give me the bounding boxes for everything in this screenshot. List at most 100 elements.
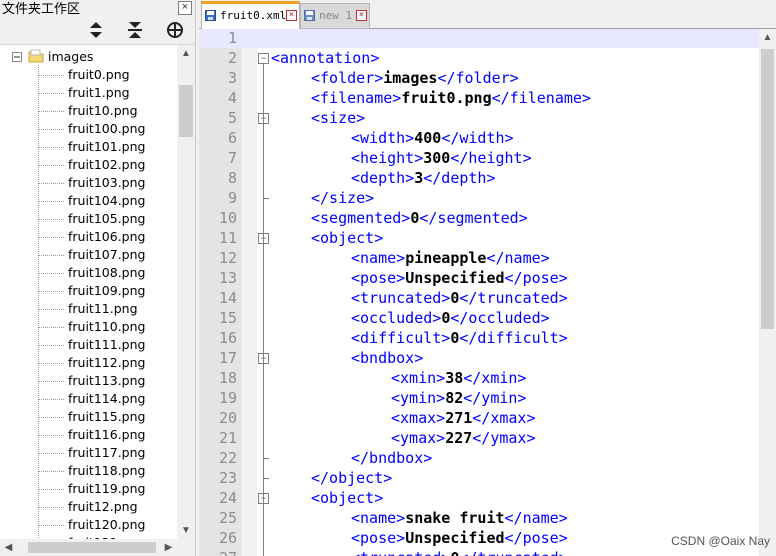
scroll-down-icon[interactable]: ▼ [177,522,195,539]
scroll-thumb[interactable] [761,49,774,329]
xml-value: 0 [441,309,451,327]
code-line[interactable]: 12 <name>pineapple</name> [199,248,759,268]
file-tree: images fruit0.png fruit1.png fruit10.png fr… [0,45,177,539]
line-number: 23 [218,469,237,487]
fold-toggle-icon[interactable]: − [258,53,269,64]
code-line[interactable]: 10 <segmented>0</segmented> [199,208,759,228]
code-line[interactable]: 3 <folder>images</folder> [199,68,759,88]
xml-value: images [383,69,438,87]
code-line[interactable]: 20 <xmax>271</xmax> [199,408,759,428]
line-number: 25 [218,509,237,527]
tree-file-item[interactable]: fruit112.png [68,354,145,372]
xml-tag: </depth> [423,169,496,187]
tree-horizontal-scrollbar[interactable]: ◀ ▶ [0,539,177,556]
tree-file-item[interactable]: fruit101.png [68,138,145,156]
tree-guide-line [39,75,65,76]
tree-file-item[interactable]: fruit104.png [68,192,145,210]
tree-file-item[interactable]: fruit110.png [68,318,145,336]
editor-vertical-scrollbar[interactable]: ▲ [759,29,776,556]
tree-file-item[interactable]: fruit113.png [68,372,145,390]
tree-guide-line [39,255,65,256]
tree-vertical-scrollbar[interactable]: ▲ ▼ [177,45,195,539]
close-tab-icon[interactable]: × [356,10,367,21]
xml-tag: </ymin> [463,389,527,407]
line-number: 16 [218,329,237,347]
tab-new-1[interactable]: new 1 × [300,3,370,29]
scroll-right-icon[interactable]: ▶ [160,539,177,556]
tree-file-item[interactable]: fruit10.png [68,102,138,120]
code-line[interactable]: 11 <object> [199,228,759,248]
scroll-thumb[interactable] [28,542,156,553]
tree-file-item[interactable]: fruit107.png [68,246,145,264]
expand-all-icon[interactable] [85,20,107,40]
code-line[interactable]: 13 <pose>Unspecified</pose> [199,268,759,288]
scroll-up-icon[interactable]: ▲ [759,29,776,46]
tree-file-item[interactable]: fruit100.png [68,120,145,138]
tree-file-item[interactable]: fruit120.png [68,516,145,534]
tree-file-item[interactable]: fruit108.png [68,264,145,282]
tree-file-item[interactable]: fruit116.png [68,426,145,444]
scroll-thumb[interactable] [179,85,193,137]
code-line[interactable]: 23 </object> [199,468,759,488]
xml-tag: </xmax> [472,409,536,427]
code-text: <name>snake fruit</name> [351,508,568,528]
tree-file-item[interactable]: fruit12.png [68,498,138,516]
tree-file-item[interactable]: fruit119.png [68,480,145,498]
tree-guide-line [39,345,65,346]
tree-file-item[interactable]: fruit0.png [68,66,130,84]
tree-file-item[interactable]: fruit103.png [68,174,145,192]
code-line[interactable]: 15 <occluded>0</occluded> [199,308,759,328]
code-line[interactable]: 25 <name>snake fruit</name> [199,508,759,528]
line-number: 9 [227,189,237,207]
code-line[interactable]: 6 <width>400</width> [199,128,759,148]
code-editor[interactable]: 1 2 <annotation> − 3 <folder>images</folder> 4… [199,29,759,556]
locate-current-file-icon[interactable] [164,20,186,40]
code-line[interactable]: 4 <filename>fruit0.png</filename> [199,88,759,108]
collapse-all-icon[interactable] [124,20,146,40]
xml-value: snake fruit [405,509,505,527]
close-tab-icon[interactable]: × [286,10,297,21]
collapse-toggle-icon[interactable] [12,52,22,62]
tree-file-item[interactable]: fruit117.png [68,444,145,462]
code-line[interactable]: 27 <truncated>0</truncated> [199,548,759,556]
code-text: <object> [311,228,383,248]
tree-guide-line [39,219,65,220]
tree-guide-line [39,507,65,508]
code-line[interactable]: 21 <ymax>227</ymax> [199,428,759,448]
xml-tag: <annotation> [271,49,380,67]
code-line[interactable]: 2 <annotation> [199,48,759,68]
code-line[interactable]: 22 </bndbox> [199,448,759,468]
xml-value: Unspecified [405,529,505,547]
panel-close-button[interactable]: × [178,1,192,15]
code-line[interactable]: 1 [199,29,759,48]
tree-file-item[interactable]: fruit1.png [68,84,130,102]
code-line[interactable]: 24 <object> [199,488,759,508]
tree-file-item[interactable]: fruit109.png [68,282,145,300]
xml-tag: <segmented> [311,209,411,227]
tree-file-item[interactable]: fruit115.png [68,408,145,426]
code-line[interactable]: 5 <size> [199,108,759,128]
xml-tag: <truncated> [351,289,451,307]
code-line[interactable]: 7 <height>300</height> [199,148,759,168]
code-line[interactable]: 17 <bndbox> [199,348,759,368]
code-line[interactable]: 16 <difficult>0</difficult> [199,328,759,348]
tree-file-item[interactable]: fruit111.png [68,336,145,354]
tree-file-item[interactable]: fruit114.png [68,390,145,408]
code-line[interactable]: 8 <depth>3</depth> [199,168,759,188]
tree-file-item[interactable]: fruit11.png [68,300,138,318]
code-line[interactable]: 18 <xmin>38</xmin> [199,368,759,388]
tree-file-item[interactable]: fruit105.png [68,210,145,228]
code-line[interactable]: 19 <ymin>82</ymin> [199,388,759,408]
line-number: 15 [218,309,237,327]
scroll-left-icon[interactable]: ◀ [0,539,17,556]
code-line[interactable]: 14 <truncated>0</truncated> [199,288,759,308]
code-line[interactable]: 9 </size> [199,188,759,208]
tree-file-item[interactable]: fruit118.png [68,462,145,480]
scroll-up-icon[interactable]: ▲ [177,45,195,62]
saved-file-icon [304,10,315,21]
tree-file-item[interactable]: fruit106.png [68,228,145,246]
tab-fruit0-xml[interactable]: fruit0.xml × [201,1,300,30]
xml-tag: </object> [311,469,393,487]
tree-file-item[interactable]: fruit102.png [68,156,145,174]
code-text: <truncated>0</truncated> [351,288,568,308]
